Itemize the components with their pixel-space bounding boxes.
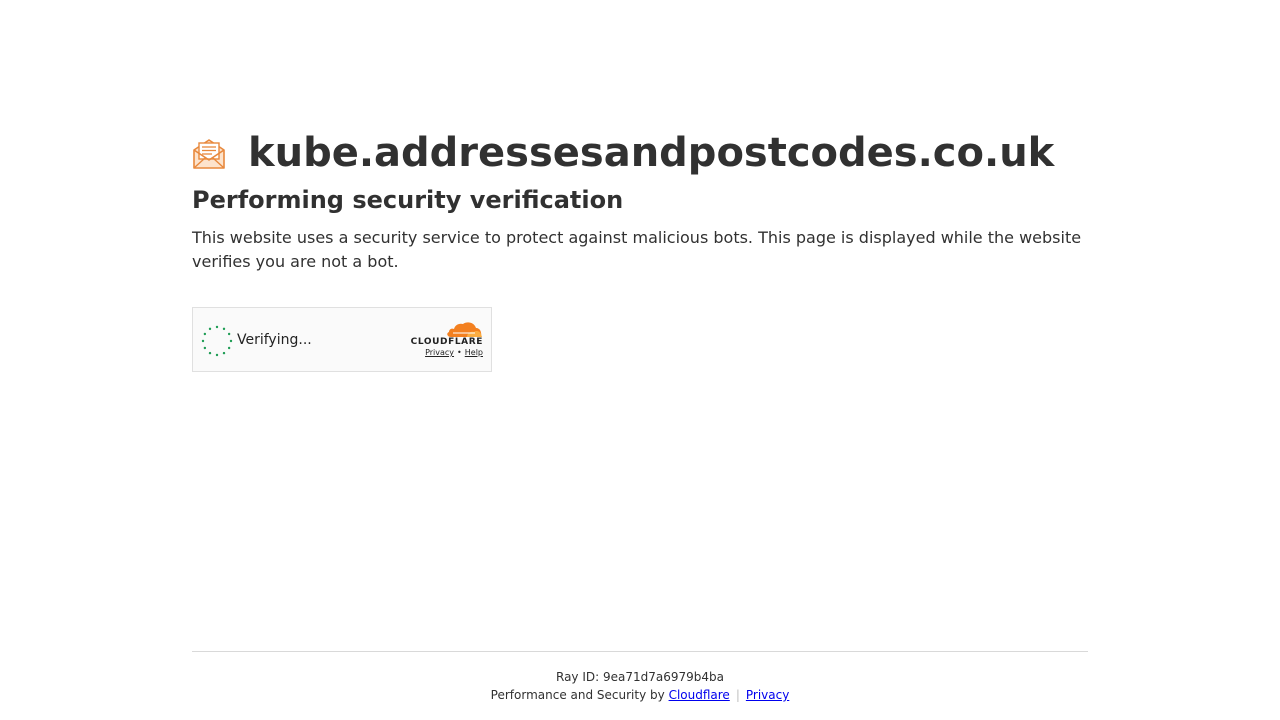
spinner-dot [208,351,212,355]
widget-privacy-link[interactable]: Privacy [425,348,454,357]
spinner-dot [222,327,226,331]
spinner-icon [201,325,233,357]
footer-cloudflare-link[interactable]: Cloudflare [669,688,730,702]
spinner-dot [215,353,219,357]
site-name: kube.addressesandpostcodes.co.uk [248,130,1055,176]
spinner-dot [201,339,205,343]
widget-links: Privacy • Help [425,348,483,357]
spinner-dot [229,339,233,343]
spinner-dot [208,327,212,331]
envelope-letter-icon [192,136,226,170]
widget-link-separator: • [457,348,462,357]
footer: Ray ID: 9ea71d7a6979b4ba Performance and… [192,651,1088,704]
footer-credits: Performance and Security by Cloudflare | P… [192,686,1088,704]
widget-help-link[interactable]: Help [465,348,483,357]
cloudflare-brand: CLOUDFLARE Privacy • Help [403,320,483,362]
ray-id: Ray ID: 9ea71d7a6979b4ba [556,670,724,684]
verifying-status: Verifying... [237,332,312,348]
footer-separator: | [735,688,740,702]
page-description: This website uses a security service to … [192,228,1082,271]
footer-privacy-link[interactable]: Privacy [746,688,789,702]
spinner-dot [227,346,231,350]
spinner-dot [203,346,207,350]
cloudflare-cloud-icon [445,320,483,338]
cloudflare-wordmark: CLOUDFLARE [410,337,483,347]
turnstile-widget[interactable]: Verifying... CLOUDFLARE Privacy • Help [192,307,492,372]
main-content: kube.addressesandpostcodes.co.uk Perform… [192,128,1088,372]
page-heading: Performing security verification [192,186,624,214]
spinner-dot [227,332,231,336]
challenge-page: kube.addressesandpostcodes.co.uk Perform… [0,0,1280,720]
site-header: kube.addressesandpostcodes.co.uk [192,128,1088,178]
spinner-dot [215,325,219,329]
spinner-dot [203,332,207,336]
footer-perf-text: Performance and Security by [490,688,665,702]
spinner-dot [222,351,226,355]
